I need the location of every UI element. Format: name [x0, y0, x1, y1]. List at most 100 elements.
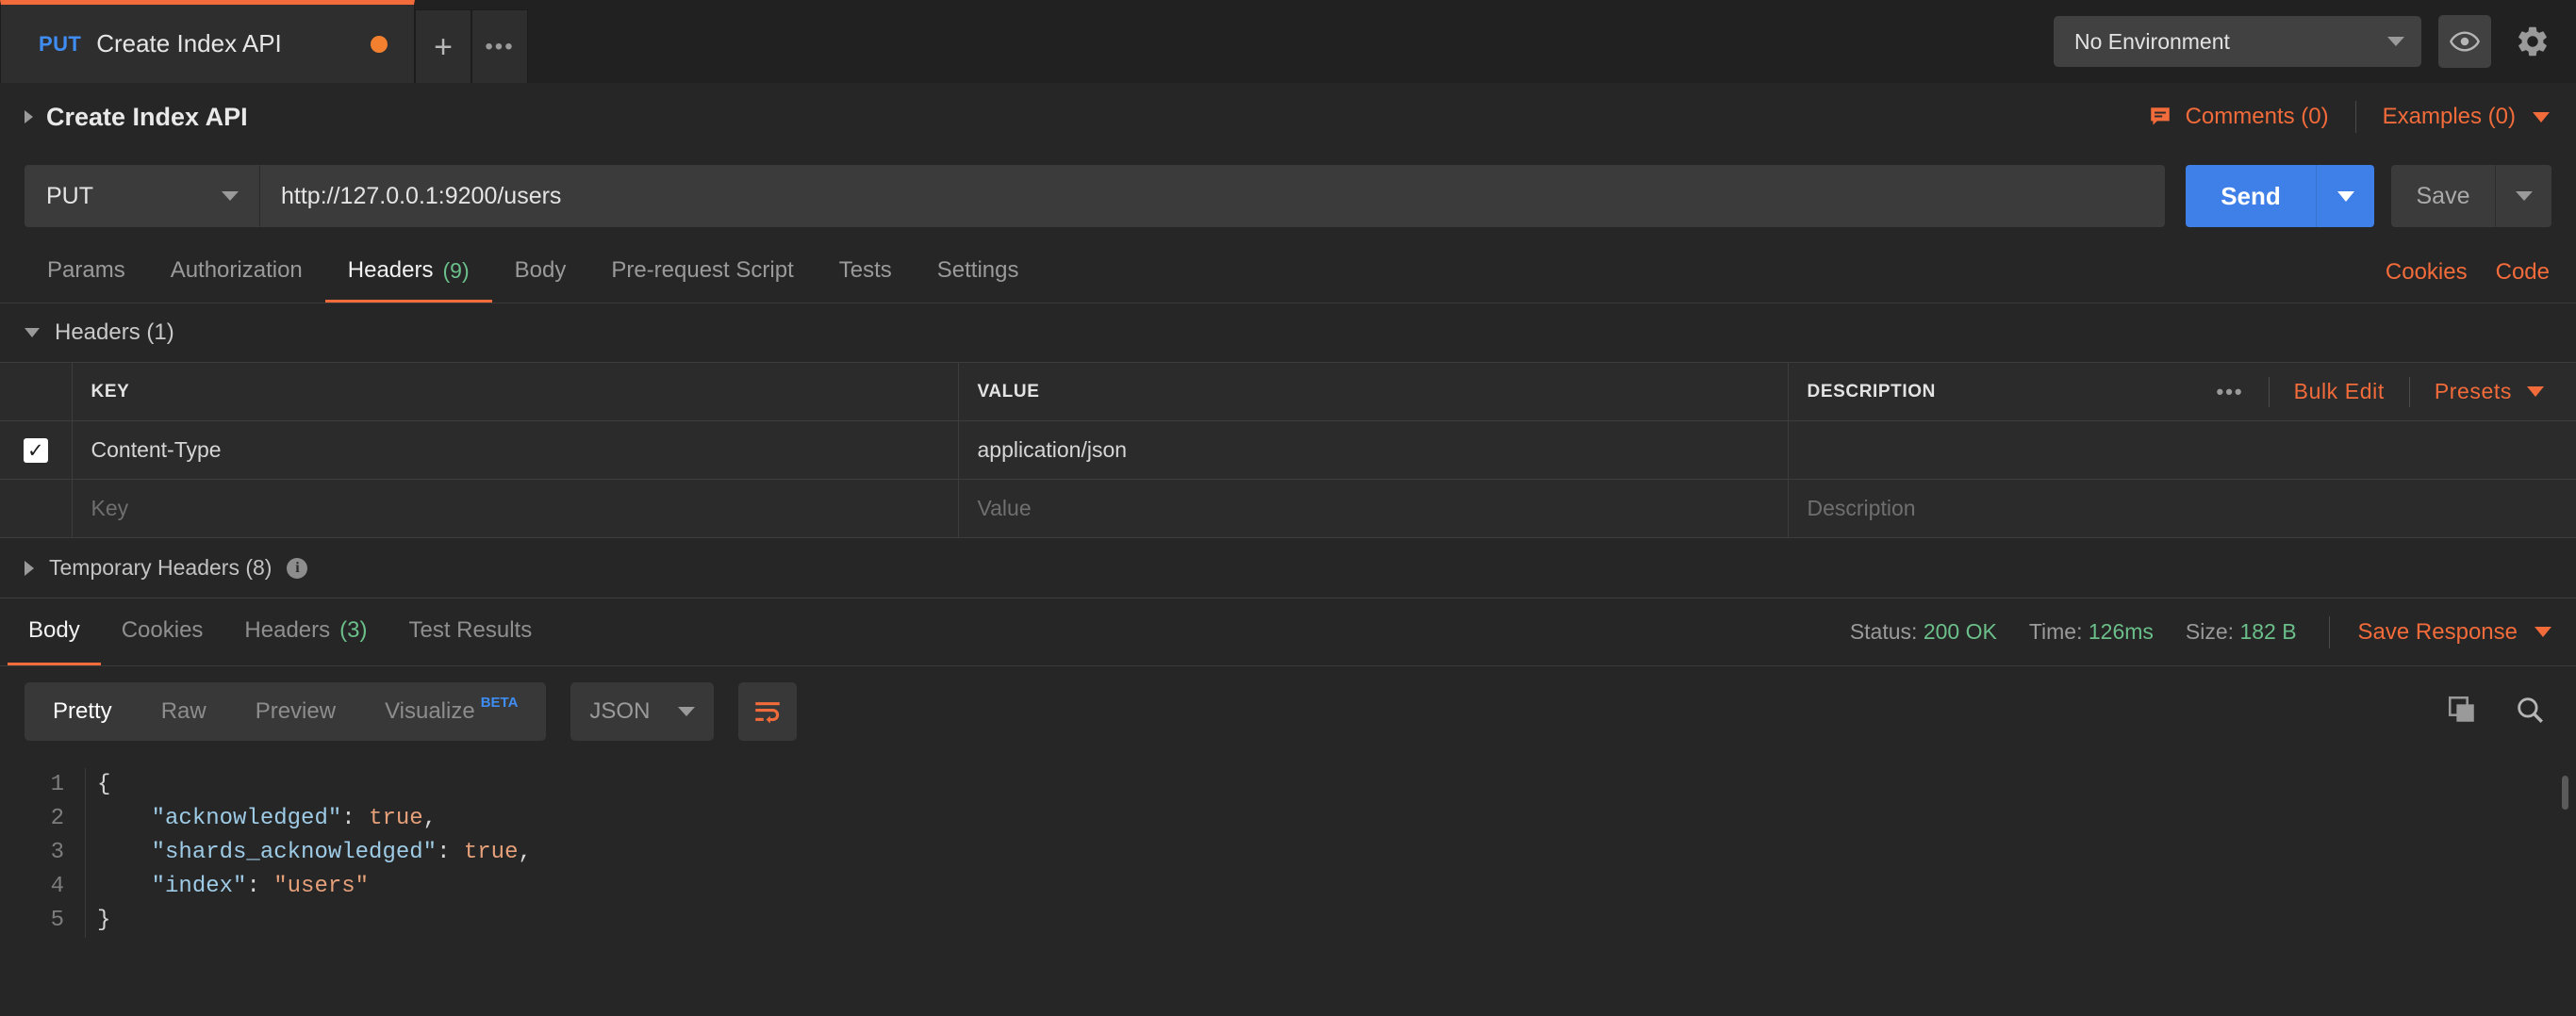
tab-body[interactable]: Body: [492, 241, 589, 303]
tab-params[interactable]: Params: [25, 241, 148, 303]
tab-settings[interactable]: Settings: [915, 241, 1042, 303]
tab-authorization[interactable]: Authorization: [148, 241, 325, 303]
chevron-right-icon[interactable]: [25, 110, 33, 123]
tab-options-button[interactable]: •••: [471, 9, 528, 83]
headers-table-head: KEY VALUE DESCRIPTION ••• Bulk Edit Pres…: [0, 362, 2576, 421]
info-icon[interactable]: i: [287, 557, 308, 579]
format-tab-visualize[interactable]: Visualize BETA: [360, 682, 542, 741]
environment-selector[interactable]: No Environment: [2054, 16, 2421, 67]
tab-tests[interactable]: Tests: [817, 241, 915, 303]
tab-pre-request-script[interactable]: Pre-request Script: [588, 241, 816, 303]
ellipsis-icon: •••: [485, 33, 515, 59]
response-tab-cookies[interactable]: Cookies: [101, 598, 224, 665]
request-tab-method: PUT: [39, 31, 82, 56]
breadcrumb: Create Index API Comments (0) Examples (…: [0, 83, 2576, 151]
format-tab-pretty[interactable]: Pretty: [28, 682, 137, 741]
headers-table-body: ✓ Content-Type application/json Key Valu…: [0, 420, 2576, 538]
search-button[interactable]: [2514, 694, 2546, 730]
size-value: 182 B: [2239, 619, 2297, 644]
cookies-link[interactable]: Cookies: [2386, 259, 2468, 286]
tab-label: Visualize: [385, 698, 475, 724]
line-number: 2: [50, 806, 64, 831]
response-language-selector[interactable]: JSON: [570, 682, 715, 741]
code-token: true: [463, 840, 519, 865]
settings-button[interactable]: [2506, 15, 2559, 68]
header-key-cell[interactable]: Content-Type: [71, 420, 959, 480]
format-tab-preview[interactable]: Preview: [231, 682, 360, 741]
table-more-options-icon[interactable]: •••: [2192, 380, 2269, 404]
examples-button[interactable]: Examples (0): [2356, 104, 2550, 130]
tab-label: Body: [514, 257, 567, 283]
size-label: Size:: [2185, 619, 2235, 644]
line-number: 4: [50, 874, 64, 899]
tab-label: Cookies: [121, 617, 204, 643]
presets-button[interactable]: Presets: [2410, 379, 2557, 404]
environment-quick-look-button[interactable]: [2438, 15, 2491, 68]
code-token: :: [341, 806, 370, 831]
response-tabs: Body Cookies Headers (3) Test Results St…: [0, 598, 2576, 666]
request-tab-title: Create Index API: [96, 29, 282, 57]
new-tab-button[interactable]: +: [415, 9, 471, 83]
header-description-label: DESCRIPTION: [1807, 381, 1936, 401]
request-tab-create-index-api[interactable]: PUT Create Index API: [0, 0, 415, 83]
response-tab-body[interactable]: Body: [8, 598, 101, 665]
copy-button[interactable]: [2446, 694, 2478, 730]
gear-icon: [2518, 26, 2547, 57]
tab-label: Pre-request Script: [611, 257, 794, 283]
chevron-right-icon[interactable]: [25, 560, 34, 576]
send-options-button[interactable]: [2316, 165, 2374, 227]
chevron-down-icon: [2533, 111, 2550, 123]
chevron-down-icon: [678, 707, 696, 716]
code-token: {: [97, 772, 111, 797]
temporary-headers-section[interactable]: Temporary Headers (8) i: [0, 538, 2576, 598]
header-enabled-checkbox[interactable]: ✓: [23, 438, 48, 464]
row-checkbox-cell: [0, 479, 73, 538]
comments-button[interactable]: Comments (0): [2148, 104, 2355, 130]
save-button[interactable]: Save: [2391, 165, 2495, 227]
code-token: true: [369, 806, 423, 831]
code-token: "shards_acknowledged": [151, 840, 438, 865]
line-number: 3: [50, 840, 64, 865]
tab-label: Headers: [347, 257, 434, 283]
new-header-value-input[interactable]: Value: [957, 479, 1789, 538]
presets-label: Presets: [2434, 379, 2512, 403]
header-description-cell[interactable]: [1787, 420, 2576, 480]
code-link[interactable]: Code: [2496, 259, 2550, 286]
http-method-selector[interactable]: PUT: [25, 165, 260, 227]
code-token: :: [437, 840, 464, 865]
tab-label: Body: [28, 617, 80, 643]
tab-count: (3): [339, 617, 368, 643]
response-tab-test-results[interactable]: Test Results: [388, 598, 553, 665]
search-icon: [2518, 696, 2543, 723]
chevron-down-icon: [2337, 190, 2354, 202]
comments-label: Comments (0): [2185, 104, 2329, 129]
tab-label: Pretty: [53, 698, 112, 724]
http-method-value: PUT: [46, 182, 93, 209]
code-scrollbar[interactable]: [2562, 776, 2568, 810]
tab-headers[interactable]: Headers (9): [324, 241, 492, 303]
save-response-label: Save Response: [2357, 618, 2518, 645]
response-status: Status: 200 OK: [1850, 619, 2029, 645]
status-badge: 200 OK: [1923, 619, 1997, 644]
breadcrumb-actions: Comments (0) Examples (0): [2148, 101, 2550, 133]
save-button-group: Save: [2391, 165, 2551, 227]
tab-count: (9): [442, 257, 470, 283]
header-value-cell[interactable]: application/json: [957, 420, 1789, 480]
examples-label: Examples (0): [2382, 104, 2516, 129]
table-row: ✓ Content-Type application/json: [0, 420, 2576, 480]
new-header-description-input[interactable]: Description: [1787, 479, 2576, 538]
bulk-edit-button[interactable]: Bulk Edit: [2270, 379, 2409, 404]
send-button[interactable]: Send: [2186, 165, 2316, 227]
response-body-code[interactable]: { "acknowledged": true, "shards_acknowle…: [85, 768, 2576, 938]
request-url-input[interactable]: [260, 165, 2165, 227]
save-response-button[interactable]: Save Response: [2330, 619, 2551, 646]
chevron-down-icon[interactable]: [25, 328, 40, 337]
new-header-key-input[interactable]: Key: [71, 479, 959, 538]
response-format-tabs: Pretty Raw Preview Visualize BETA: [25, 682, 547, 741]
response-tab-headers[interactable]: Headers (3): [223, 598, 388, 665]
format-tab-raw[interactable]: Raw: [137, 682, 231, 741]
response-body-actions: [2446, 694, 2551, 730]
save-options-button[interactable]: [2495, 165, 2551, 227]
word-wrap-button[interactable]: [738, 682, 798, 741]
